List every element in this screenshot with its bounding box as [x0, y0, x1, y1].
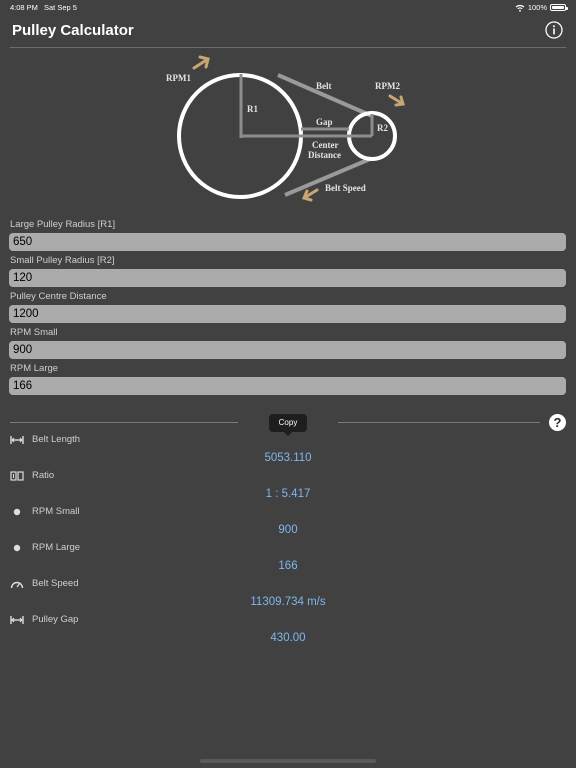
pulley-gap-label: Pulley Gap — [32, 614, 79, 625]
rpm-small-input[interactable] — [9, 341, 566, 359]
page-title: Pulley Calculator — [12, 22, 134, 39]
length-arrows-icon — [10, 616, 24, 624]
distance-label: Distance — [308, 150, 341, 160]
rpm2-label: RPM2 — [375, 81, 400, 91]
rpm-large-label: RPM Large — [10, 363, 59, 374]
centre-distance-input[interactable] — [9, 305, 566, 323]
centre-distance-label: Pulley Centre Distance — [10, 291, 107, 302]
large-radius-input[interactable] — [9, 233, 566, 251]
rpm-small-result-label: RPM Small — [32, 506, 80, 517]
belt-label: Belt — [316, 81, 332, 91]
battery-percent: 100% — [527, 3, 547, 12]
results-divider-left — [10, 422, 238, 423]
status-date: Sat Sep 5 — [44, 3, 77, 12]
r2-label: R2 — [377, 123, 388, 133]
ratio-label: Ratio — [32, 470, 55, 481]
center-label: Center — [312, 140, 339, 150]
small-radius-input[interactable] — [9, 269, 566, 287]
length-arrows-icon — [10, 436, 24, 444]
header-divider — [10, 47, 566, 48]
gap-label: Gap — [316, 117, 333, 127]
large-radius-label: Large Pulley Radius [R1] — [10, 219, 116, 230]
speedometer-icon — [10, 581, 24, 589]
copy-tooltip[interactable]: Copy — [269, 414, 307, 436]
dot-icon — [13, 508, 21, 516]
home-indicator[interactable] — [200, 759, 376, 763]
wifi-icon — [515, 4, 525, 12]
rpm-large-result-label: RPM Large — [32, 542, 81, 553]
belt-speed-label: Belt Speed — [325, 183, 366, 193]
ratio-value[interactable]: 1 : 5.417 — [0, 488, 576, 500]
belt-length-label: Belt Length — [32, 434, 81, 445]
belt-speed-label: Belt Speed — [32, 578, 79, 589]
status-time: 4:08 PM — [10, 3, 38, 12]
status-right: 100% — [515, 3, 568, 12]
belt-length-value[interactable]: 5053.110 — [0, 452, 576, 464]
small-radius-label: Small Pulley Radius [R2] — [10, 255, 115, 266]
belt-speed-value[interactable]: 11309.734 m/s — [0, 596, 576, 608]
rpm1-arrow-icon — [192, 55, 210, 70]
belt-speed-arrow-icon — [301, 188, 319, 202]
rpm2-arrow-icon — [388, 94, 405, 107]
status-bar: 4:08 PM Sat Sep 5 100% — [0, 0, 576, 14]
info-circle-icon[interactable] — [545, 21, 563, 39]
results-divider-right — [338, 422, 540, 423]
rpm-small-result-value[interactable]: 900 — [0, 524, 576, 536]
rpm-large-input[interactable] — [9, 377, 566, 395]
pulley-diagram: RPM1 RPM2 Belt R1 R2 Gap Center Distance… — [166, 55, 405, 202]
r1-label: R1 — [247, 104, 258, 114]
rpm-small-label: RPM Small — [10, 327, 58, 338]
ratio-icon — [10, 471, 24, 481]
pulley-gap-value[interactable]: 430.00 — [0, 632, 576, 644]
rpm1-label: RPM1 — [166, 73, 191, 83]
dot-icon — [13, 544, 21, 552]
rpm-large-result-value[interactable]: 166 — [0, 560, 576, 572]
help-button[interactable]: ? — [549, 414, 566, 431]
battery-icon — [550, 4, 568, 11]
